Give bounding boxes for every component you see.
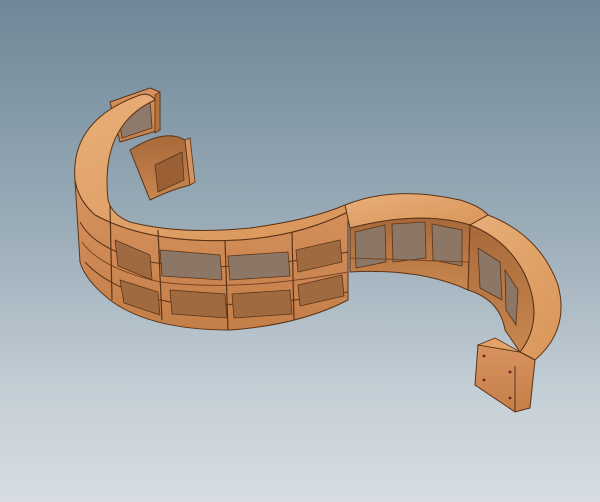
model-render	[74, 87, 562, 413]
3d-viewport[interactable]	[0, 0, 600, 502]
left-arc-top	[74, 93, 349, 242]
middle-section	[344, 193, 489, 291]
left-arc-front	[74, 179, 349, 331]
right-arc	[467, 214, 562, 413]
left-inner-cabinet	[129, 135, 196, 201]
